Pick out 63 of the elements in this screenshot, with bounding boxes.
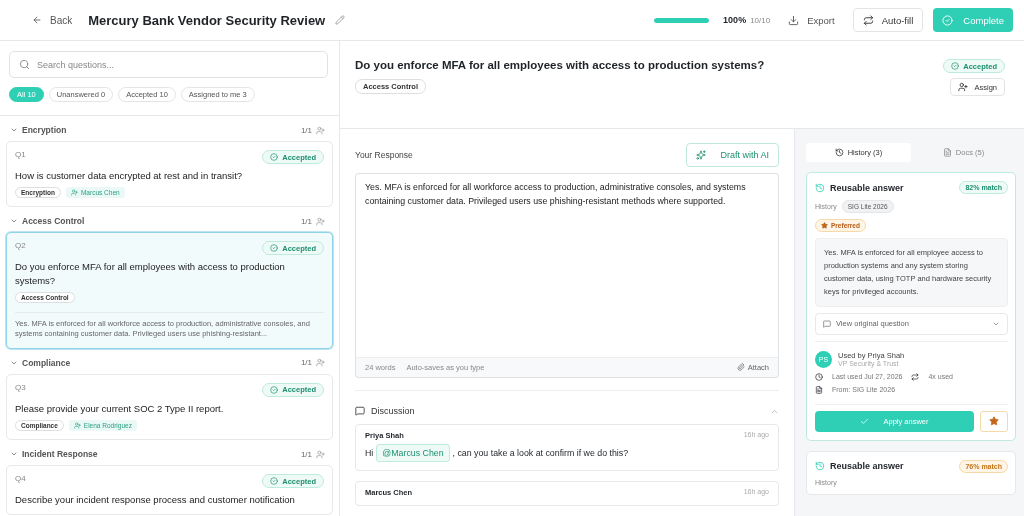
download-icon bbox=[788, 14, 800, 26]
autofill-button[interactable]: Auto-fill bbox=[852, 8, 924, 32]
export-button[interactable]: Export bbox=[780, 10, 843, 30]
check-circle-icon bbox=[942, 14, 954, 26]
check-icon bbox=[860, 416, 870, 426]
section-header[interactable]: Compliance 1/1 bbox=[6, 348, 333, 374]
arrow-left-icon bbox=[32, 15, 42, 25]
question-number: Q1 bbox=[15, 150, 26, 159]
question-text: Describe your incident response process and customer notification bbox=[15, 493, 296, 507]
mention-tag[interactable]: @Marcus Chen bbox=[376, 444, 450, 462]
document-icon bbox=[815, 385, 823, 394]
comment-icon bbox=[355, 406, 365, 416]
comment-icon bbox=[823, 319, 831, 328]
star-button[interactable] bbox=[980, 410, 1008, 432]
add-user-icon bbox=[316, 216, 325, 226]
answer-title: Reusable answer bbox=[830, 182, 905, 193]
pencil-icon bbox=[335, 15, 346, 25]
response-label: Your Response bbox=[355, 150, 413, 160]
question-number: Q2 bbox=[15, 241, 26, 251]
question-title: Do you enforce MFA for all employees with access to production systems? bbox=[355, 59, 765, 71]
check-circle-icon bbox=[270, 153, 279, 161]
document-icon bbox=[942, 148, 952, 157]
question-number: Q3 bbox=[15, 382, 26, 392]
repeat-icon bbox=[911, 372, 920, 381]
history-icon bbox=[815, 182, 825, 193]
clock-icon bbox=[815, 372, 823, 381]
question-number: Q4 bbox=[15, 474, 26, 484]
sparkles-icon bbox=[696, 150, 707, 160]
response-field[interactable]: Yes. MFA is enforced for all workforce access to production, administrative consoles, and systems containing customer data. Privileged users use phishing-resistant methods where supported. bbox=[355, 173, 779, 357]
comment-text: Hi bbox=[365, 448, 374, 458]
question-text: Please provide your current SOC 2 Type II report. bbox=[15, 401, 225, 416]
discussion-header[interactable]: Discussion bbox=[355, 390, 779, 424]
history-icon bbox=[815, 461, 825, 471]
paperclip-icon bbox=[736, 363, 745, 372]
question-text: How is customer data encrypted at rest and in transit? bbox=[15, 169, 244, 183]
check-circle-icon bbox=[270, 385, 279, 394]
add-user-icon bbox=[73, 422, 81, 430]
answer-title: Reusable answer bbox=[830, 461, 905, 471]
section-header[interactable]: Encryption 1/1 bbox=[6, 116, 333, 141]
history-icon bbox=[834, 148, 844, 157]
add-user-icon bbox=[316, 449, 325, 459]
question-text: Do you enforce MFA for all employees with access to production systems? bbox=[15, 260, 286, 287]
chevron-down-icon bbox=[10, 126, 18, 134]
add-user-icon bbox=[316, 358, 325, 368]
section-header[interactable]: Incident Response 1/1 bbox=[6, 440, 333, 466]
draft-with-ai-button[interactable]: Draft with AI bbox=[686, 143, 779, 167]
progress-percent: 100% bbox=[723, 15, 747, 25]
check-circle-icon bbox=[270, 477, 279, 486]
star-icon bbox=[989, 416, 999, 426]
question-card[interactable] bbox=[6, 232, 333, 349]
check-circle-icon bbox=[951, 62, 960, 70]
repeat-icon bbox=[862, 14, 874, 26]
back-link[interactable]: Back bbox=[32, 14, 73, 26]
section-header[interactable]: Access Control 1/1 bbox=[6, 207, 333, 233]
check-circle-icon bbox=[270, 244, 279, 253]
comment-text: , can you take a look at confirm if we do this? bbox=[452, 448, 629, 458]
add-user-icon bbox=[70, 189, 78, 197]
search-field[interactable]: Search questions... bbox=[9, 51, 328, 78]
page-title: Mercury Bank Vendor Security Review bbox=[88, 12, 326, 28]
star-icon bbox=[821, 222, 828, 229]
progress-count: 10/10 bbox=[750, 15, 771, 25]
add-user-icon bbox=[316, 125, 325, 135]
add-user-icon bbox=[958, 82, 969, 92]
